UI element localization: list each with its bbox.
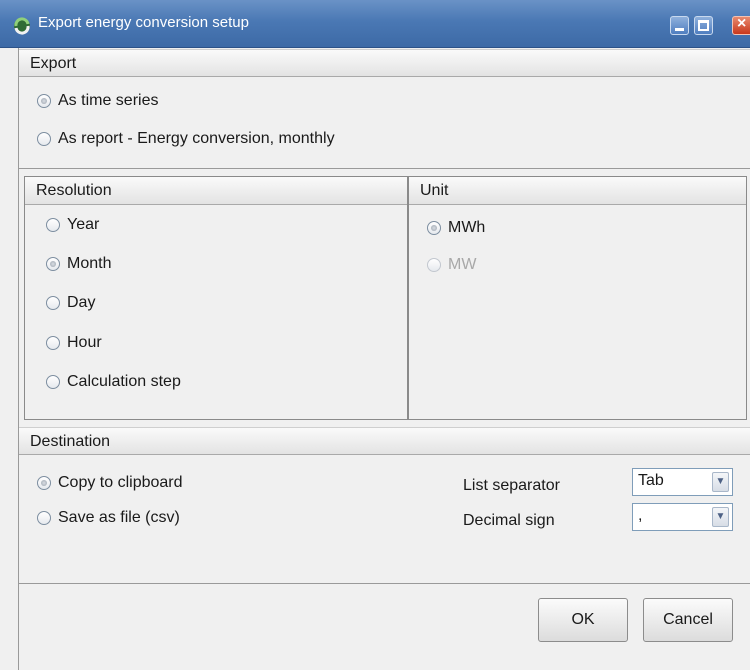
radio-unchecked-icon[interactable] (46, 375, 60, 389)
destination-option-label: Save as file (csv) (58, 509, 180, 526)
list-separator-value: Tab (638, 472, 664, 489)
chevron-down-icon[interactable]: ▼ (712, 507, 729, 527)
radio-checked-icon[interactable] (37, 94, 51, 108)
unit-panel (408, 176, 747, 420)
radio-checked-icon[interactable] (427, 221, 441, 235)
unit-option-mwh[interactable]: MWh (427, 219, 485, 237)
resolution-option-hour[interactable]: Hour (46, 334, 102, 352)
export-option-report[interactable]: As report - Energy conversion, monthly (37, 130, 335, 148)
maximize-button[interactable] (694, 16, 713, 35)
minimize-icon (675, 28, 684, 31)
decimal-sign-value: , (638, 507, 643, 524)
list-separator-label: List separator (463, 477, 560, 494)
resolution-option-month[interactable]: Month (46, 255, 111, 273)
export-option-label: As report - Energy conversion, monthly (58, 130, 335, 147)
app-logo-icon (14, 17, 30, 35)
cancel-button[interactable]: Cancel (643, 598, 733, 642)
resolution-option-label: Day (67, 294, 96, 311)
radio-disabled-icon (427, 258, 441, 272)
divider (19, 168, 750, 169)
divider (19, 583, 750, 584)
resolution-option-calculation-step[interactable]: Calculation step (46, 373, 181, 391)
radio-unchecked-icon[interactable] (46, 296, 60, 310)
list-separator-select[interactable]: Tab ▼ (632, 468, 733, 496)
unit-section-header: Unit (409, 177, 746, 205)
radio-unchecked-icon[interactable] (37, 511, 51, 525)
resolution-option-label: Calculation step (67, 373, 181, 390)
radio-unchecked-icon[interactable] (37, 132, 51, 146)
window-title: Export energy conversion setup (38, 14, 249, 31)
destination-section-header: Destination (19, 427, 750, 455)
maximize-icon (698, 20, 709, 31)
resolution-option-year[interactable]: Year (46, 216, 99, 234)
ok-button[interactable]: OK (538, 598, 628, 642)
export-section-header: Export (19, 49, 750, 77)
destination-option-clipboard[interactable]: Copy to clipboard (37, 474, 183, 492)
destination-option-save-file[interactable]: Save as file (csv) (37, 509, 180, 527)
resolution-option-label: Month (67, 255, 112, 272)
destination-option-label: Copy to clipboard (58, 474, 183, 491)
decimal-sign-label: Decimal sign (463, 512, 555, 529)
export-option-time-series[interactable]: As time series (37, 92, 158, 110)
resolution-option-day[interactable]: Day (46, 294, 95, 312)
radio-checked-icon[interactable] (46, 257, 60, 271)
close-icon: × (737, 15, 747, 32)
radio-checked-icon[interactable] (37, 476, 51, 490)
close-button[interactable]: × (732, 15, 750, 35)
resolution-option-label: Hour (67, 334, 102, 351)
resolution-section-header: Resolution (25, 177, 407, 205)
decimal-sign-select[interactable]: , ▼ (632, 503, 733, 531)
unit-option-label: MWh (448, 219, 486, 236)
chevron-down-icon[interactable]: ▼ (712, 472, 729, 492)
unit-option-label: MW (448, 256, 477, 273)
export-option-label: As time series (58, 92, 159, 109)
unit-option-mw: MW (427, 256, 476, 274)
minimize-button[interactable] (670, 16, 689, 35)
radio-unchecked-icon[interactable] (46, 218, 60, 232)
resolution-option-label: Year (67, 216, 100, 233)
radio-unchecked-icon[interactable] (46, 336, 60, 350)
title-bar: Export energy conversion setup × (0, 0, 750, 48)
